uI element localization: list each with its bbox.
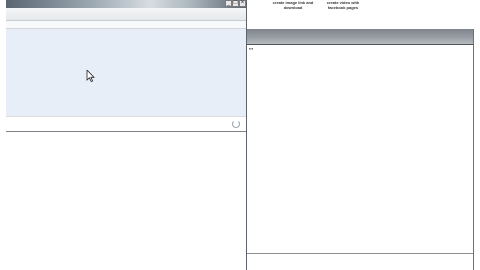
footer-divider xyxy=(247,253,473,254)
status-strip xyxy=(6,116,246,132)
right-browser-window: create image link and download create vi… xyxy=(247,0,480,270)
loading-spinner-icon xyxy=(232,120,240,128)
content-pane[interactable] xyxy=(6,29,246,116)
close-button[interactable]: × xyxy=(239,0,246,7)
header-bar xyxy=(247,29,473,45)
minimize-button[interactable]: _ xyxy=(225,0,232,7)
left-browser-window: _ □ × xyxy=(6,0,246,270)
blank-page-area[interactable] xyxy=(6,133,246,270)
note-image-link: create image link and download xyxy=(272,0,314,10)
note-video-pages: create video with facebook pages xyxy=(326,0,360,10)
small-label: ▪▪▪ xyxy=(249,46,254,51)
content-area[interactable] xyxy=(247,45,473,253)
title-bar[interactable] xyxy=(6,0,246,8)
address-bar[interactable] xyxy=(6,21,246,29)
mouse-cursor-icon xyxy=(86,70,95,82)
maximize-button[interactable]: □ xyxy=(232,0,239,7)
scrollbar[interactable] xyxy=(473,29,474,270)
toolbar xyxy=(6,8,246,21)
